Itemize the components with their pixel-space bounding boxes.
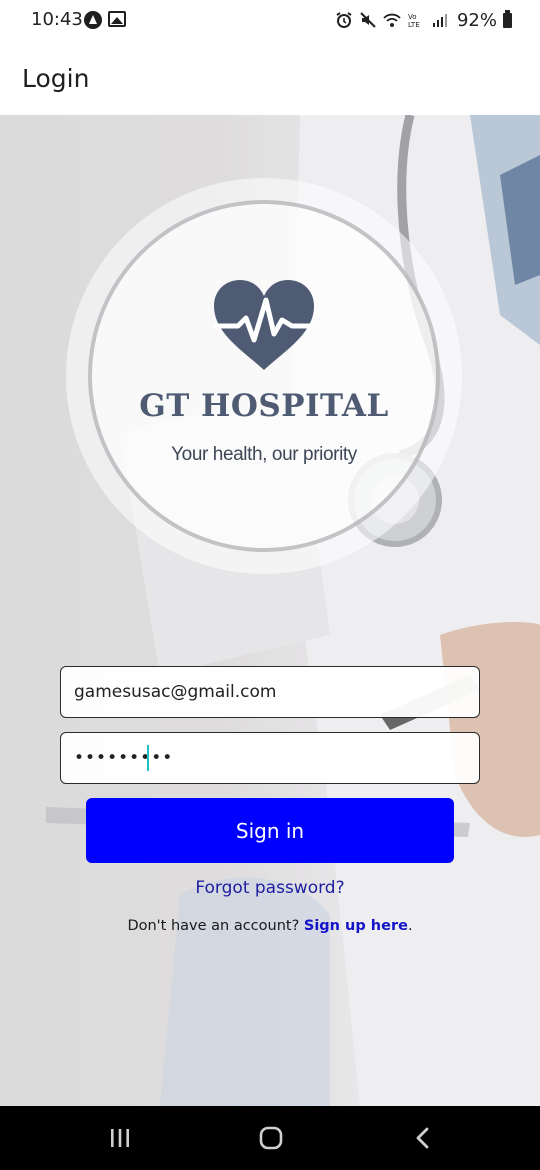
status-time: 10:43 [31, 9, 83, 30]
hospital-tagline: Your health, our priority [171, 444, 357, 465]
email-field[interactable] [60, 666, 480, 718]
status-icons: Vo LTE 92% [335, 8, 512, 32]
wifi-icon [383, 11, 401, 29]
navigation-bar [0, 1106, 540, 1170]
gallery-icon [108, 11, 126, 27]
status-bar: 10:43 Vo LTE 92% [0, 0, 540, 42]
signup-row: Don't have an account? Sign up here. [0, 918, 540, 934]
signup-link[interactable]: Sign up here [304, 918, 408, 934]
battery-percent: 92% [456, 9, 497, 31]
volte-icon: Vo LTE [407, 11, 425, 29]
app-bar: Login [0, 42, 540, 115]
battery-icon [503, 9, 512, 28]
sign-in-button[interactable]: Sign in [86, 798, 454, 863]
text-cursor [147, 745, 149, 771]
password-field[interactable] [60, 732, 480, 784]
back-icon[interactable] [408, 1124, 438, 1152]
signup-suffix: . [407, 918, 413, 934]
forgot-password-link[interactable]: Forgot password? [0, 878, 540, 898]
svg-text:Vo: Vo [408, 13, 417, 21]
hospital-name: GT HOSPITAL [139, 388, 389, 424]
mute-icon [359, 11, 377, 29]
svg-text:LTE: LTE [408, 21, 420, 29]
android-app-icon [84, 11, 102, 29]
logo-inner-circle [88, 200, 440, 552]
alarm-icon [335, 11, 353, 29]
home-icon[interactable] [256, 1124, 286, 1152]
page-title: Login [22, 64, 90, 93]
signal-icon [431, 11, 449, 29]
heart-pulse-icon [213, 280, 315, 370]
recents-icon[interactable] [105, 1124, 135, 1152]
signup-prompt: Don't have an account? [127, 918, 304, 934]
